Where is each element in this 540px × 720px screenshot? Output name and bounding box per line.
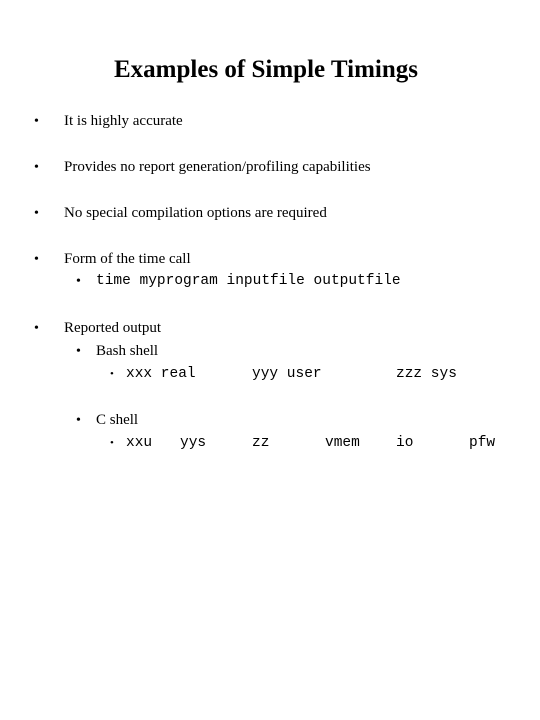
bullet-icon: • xyxy=(34,206,39,221)
bash-field: zzz sys xyxy=(396,366,457,382)
bullet-icon: • xyxy=(34,321,39,336)
bullet-text: It is highly accurate xyxy=(64,113,183,129)
csh-field: xxu xyxy=(126,435,153,451)
sub-bullet-icon: • xyxy=(76,413,81,428)
sub-bullet-icon: • xyxy=(76,274,81,289)
bullet-text: Form of the time call xyxy=(64,251,191,267)
sub-sub-bullet-icon: • xyxy=(110,437,114,449)
csh-field: pfw xyxy=(469,435,496,451)
c-shell-label: C shell xyxy=(96,412,139,428)
csh-field: zz xyxy=(252,435,270,451)
csh-field: io xyxy=(396,435,414,451)
bullet-icon: • xyxy=(34,114,39,129)
bash-field: yyy user xyxy=(252,366,322,382)
time-command: time myprogram inputfile outputfile xyxy=(96,273,401,289)
bullet-icon: • xyxy=(34,160,39,175)
bullet-text: Reported output xyxy=(64,320,162,336)
bullet-icon: • xyxy=(34,252,39,267)
sub-sub-bullet-icon: • xyxy=(110,368,114,380)
bullet-text: Provides no report generation/profiling … xyxy=(64,159,371,175)
bash-field: xxx real xyxy=(126,366,196,382)
sub-bullet-icon: • xyxy=(76,344,81,359)
csh-field: yys xyxy=(180,435,207,451)
bash-shell-label: Bash shell xyxy=(96,343,159,359)
slide-title: Examples of Simple Timings xyxy=(114,56,418,83)
csh-field: vmem xyxy=(325,435,360,451)
bullet-text: No special compilation options are requi… xyxy=(64,205,327,221)
